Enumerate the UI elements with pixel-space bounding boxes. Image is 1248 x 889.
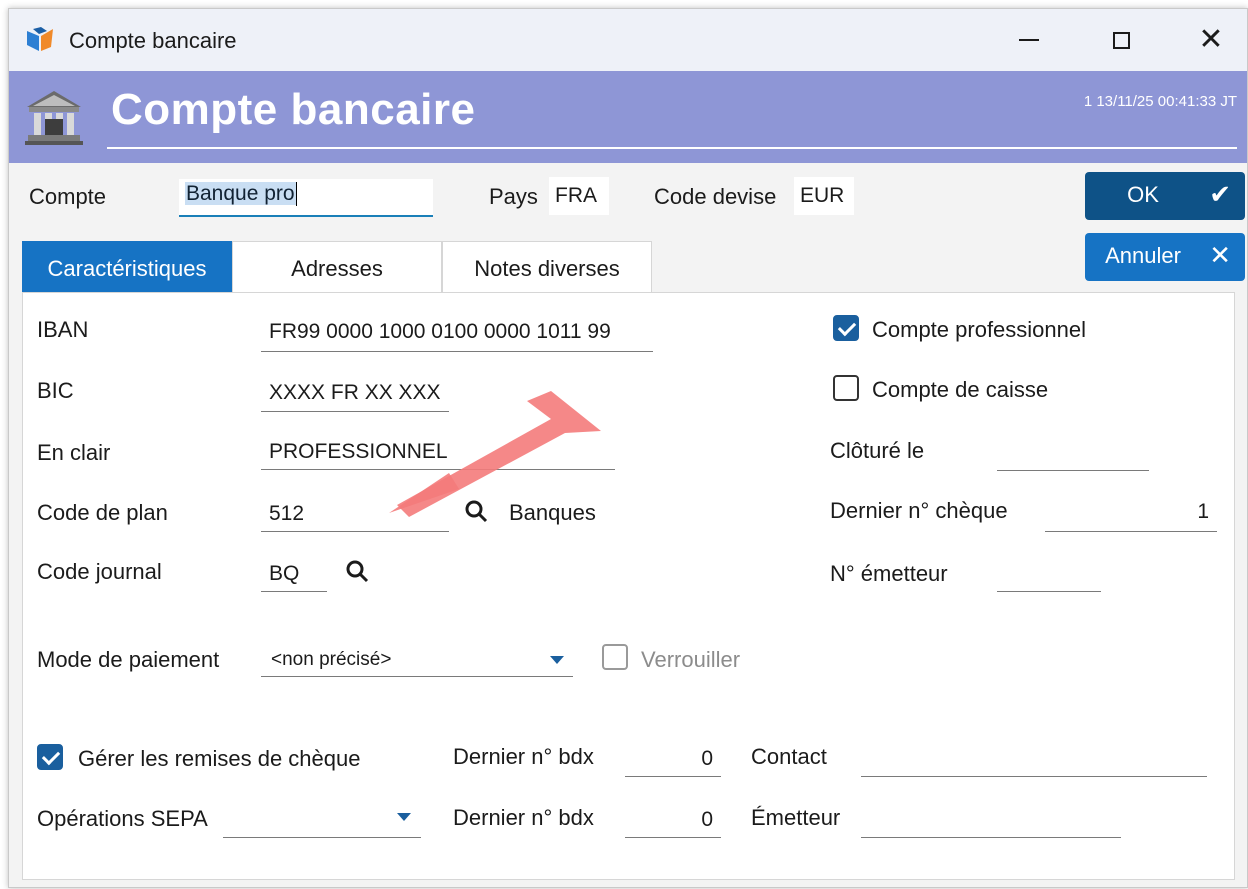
bdx2-input[interactable]: 0: [629, 808, 713, 832]
emetteur-number-label: N° émetteur: [830, 561, 948, 586]
bdx2-underline: [625, 837, 721, 838]
record-info: 1 13/11/25 00:41:33 JT: [1083, 93, 1237, 110]
emetteur-underline: [861, 837, 1121, 838]
iban-label: IBAN: [37, 317, 89, 342]
bdx2-label: Dernier n° bdx: [453, 805, 594, 830]
codejournal-underline: [261, 591, 327, 592]
codeplan-input[interactable]: 512: [269, 502, 304, 526]
iban-underline: [261, 351, 653, 352]
verrouiller-checkbox[interactable]: [602, 644, 628, 670]
minimize-icon: [1019, 39, 1039, 41]
bank-icon: [25, 91, 83, 145]
maximize-icon: [1112, 31, 1130, 49]
cancel-button[interactable]: Annuler ✕: [1085, 233, 1245, 281]
pays-label: Pays: [489, 184, 538, 209]
window-title: Compte bancaire: [69, 28, 237, 53]
modepaiement-label: Mode de paiement: [37, 647, 220, 672]
iban-input[interactable]: FR99 0000 1000 0100 0000 1011 99: [269, 320, 611, 344]
sepa-label: Opérations SEPA: [37, 806, 208, 831]
pays-input[interactable]: FRA: [549, 177, 609, 215]
pays-value: FRA: [555, 184, 597, 207]
dialog-window: Compte bancaire ✕ Compte bancaire 1 13/1…: [8, 8, 1248, 888]
close-button[interactable]: ✕: [1181, 19, 1241, 61]
page-title: Compte bancaire: [111, 85, 476, 134]
compte-caisse-checkbox[interactable]: [833, 375, 859, 401]
bdx1-underline: [625, 776, 721, 777]
compte-professionnel-checkbox[interactable]: [833, 315, 859, 341]
ok-label: OK: [1127, 182, 1159, 207]
emetteur-number-underline: [997, 591, 1101, 592]
cloture-label: Clôturé le: [830, 438, 925, 463]
search-icon[interactable]: [345, 559, 371, 585]
checkmark-icon: ✔: [1209, 180, 1231, 210]
compte-label: Compte: [29, 184, 107, 209]
annotation-arrow-icon: [389, 391, 601, 517]
codejournal-label: Code journal: [37, 559, 162, 584]
compte-input[interactable]: Banque pro: [179, 179, 433, 217]
dernier-cheque-input[interactable]: 1: [1049, 500, 1209, 524]
maximize-button[interactable]: [1091, 19, 1151, 61]
codejournal-input[interactable]: BQ: [269, 562, 299, 586]
modepaiement-select[interactable]: <non précisé>: [271, 649, 391, 671]
text-cursor: [295, 182, 297, 207]
contact-label: Contact: [751, 744, 827, 769]
chevron-down-icon[interactable]: [550, 656, 564, 664]
devise-label: Code devise: [654, 184, 777, 209]
codeplan-label: Code de plan: [37, 500, 168, 525]
cloture-underline: [997, 470, 1149, 471]
minimize-button[interactable]: [999, 19, 1059, 61]
dernier-cheque-label: Dernier n° chèque: [830, 498, 1008, 523]
chevron-down-icon[interactable]: [397, 813, 411, 821]
remises-cheque-label: Gérer les remises de chèque: [78, 746, 361, 771]
dernier-cheque-underline: [1045, 531, 1217, 532]
devise-input[interactable]: EUR: [794, 177, 854, 215]
tab-notes-diverses[interactable]: Notes diverses: [442, 241, 652, 293]
enclair-label: En clair: [37, 440, 111, 465]
bic-label: BIC: [37, 378, 74, 403]
header-underline: [107, 147, 1237, 149]
codeplan-underline: [261, 531, 449, 532]
title-bar: Compte bancaire ✕: [9, 9, 1247, 71]
tab-adresses[interactable]: Adresses: [232, 241, 442, 293]
sepa-underline: [223, 837, 421, 838]
tab-caracteristiques[interactable]: Caractéristiques: [22, 241, 232, 293]
bdx1-label: Dernier n° bdx: [453, 744, 594, 769]
verrouiller-label: Verrouiller: [641, 647, 741, 672]
close-icon: ✕: [1198, 22, 1224, 57]
form-header: Compte bancaire 1 13/11/25 00:41:33 JT: [9, 71, 1247, 163]
remises-cheque-checkbox[interactable]: [37, 744, 63, 770]
contact-underline: [861, 776, 1207, 777]
compte-professionnel-label: Compte professionnel: [872, 317, 1087, 342]
cancel-label: Annuler: [1105, 243, 1181, 268]
emetteur-label: Émetteur: [751, 805, 841, 830]
bdx1-input[interactable]: 0: [629, 747, 713, 771]
compte-value: Banque pro: [185, 182, 296, 205]
modepaiement-underline: [261, 676, 573, 677]
devise-value: EUR: [800, 184, 845, 207]
close-x-icon: ✕: [1209, 241, 1231, 271]
ok-button[interactable]: OK ✔: [1085, 172, 1245, 220]
compte-caisse-label: Compte de caisse: [872, 377, 1049, 402]
tab-panel: [22, 292, 1235, 880]
app-logo-icon: [27, 27, 53, 51]
